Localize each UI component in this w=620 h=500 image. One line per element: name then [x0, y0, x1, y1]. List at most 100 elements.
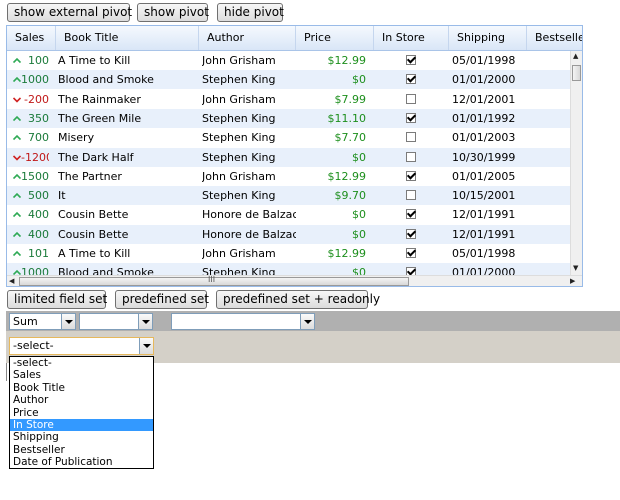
dropdown-option[interactable]: In Store [10, 418, 153, 432]
trend-up-icon [13, 173, 21, 179]
vertical-scrollbar[interactable]: ▲ ▼ [570, 51, 582, 275]
shipping-cell: 10/15/2001 [452, 189, 516, 203]
column-header-bestseller[interactable]: Bestseller [527, 26, 582, 50]
shipping-cell: 01/01/2003 [452, 131, 516, 145]
limited-field-set-button[interactable]: limited field set [7, 290, 107, 309]
predefined-set-readonly-button[interactable]: predefined set + readonly [216, 290, 380, 309]
table-row[interactable]: 700 Misery Stephen King $7.70 01/01/2003 [7, 128, 570, 147]
dropdown-option[interactable]: -select- [10, 357, 153, 369]
shipping-cell: 01/01/1992 [452, 111, 516, 125]
column-field-select-value: -select- [13, 339, 54, 352]
price-cell: $9.70 [334, 189, 367, 203]
table-row[interactable]: -1200 The Dark Half Stephen King $0 10/30/19… [7, 147, 570, 167]
author-cell: Honore de Balzac [202, 208, 296, 222]
in-store-checkbox[interactable] [406, 55, 416, 65]
trend-up-icon [13, 231, 21, 237]
column-header-author[interactable]: Author [199, 26, 296, 50]
in-store-checkbox[interactable] [406, 93, 416, 104]
shipping-cell: 05/01/1998 [452, 54, 516, 67]
title-cell: The Rainmaker [58, 92, 141, 106]
in-store-checkbox[interactable] [406, 74, 416, 85]
in-store-checkbox[interactable] [406, 151, 416, 162]
column-header-price[interactable]: Price [296, 26, 374, 50]
horizontal-scroll-thumb[interactable]: III [19, 275, 409, 286]
price-cell: $0 [352, 266, 366, 275]
title-cell: A Time to Kill [58, 247, 131, 260]
title-cell: Misery [58, 131, 95, 145]
scroll-left-arrow-icon[interactable]: ◀ [9, 276, 14, 286]
dropdown-option[interactable]: Price [10, 407, 153, 419]
author-cell: Stephen King [202, 150, 276, 164]
predefined-set-button[interactable]: predefined set [115, 290, 209, 309]
show-external-pivot-button[interactable]: show external pivot [7, 3, 132, 22]
price-cell: $0 [352, 150, 366, 164]
in-store-checkbox[interactable] [406, 170, 416, 181]
column-header-shipping[interactable]: Shipping [449, 26, 527, 50]
scroll-up-arrow-icon[interactable]: ▲ [573, 51, 578, 61]
sales-cell: 350 [28, 111, 49, 125]
trend-up-icon [13, 192, 21, 199]
column-field-select[interactable]: -select- [9, 337, 154, 355]
title-cell: Cousin Bette [58, 208, 129, 222]
dropdown-option[interactable]: Date of Publication [10, 456, 153, 468]
sales-cell: 101 [28, 247, 49, 260]
value-select[interactable] [171, 313, 315, 330]
shipping-cell: 12/01/2001 [452, 92, 516, 106]
table-row[interactable]: 1000 Blood and Smoke Stephen King $0 01/01/2… [7, 263, 570, 275]
table-row[interactable]: 350 The Green Mile Stephen King $11.10 01/01… [7, 108, 570, 128]
scroll-down-arrow-icon[interactable]: ▼ [573, 263, 578, 273]
trend-up-icon [13, 115, 21, 121]
aggregate-select[interactable]: Sum [9, 313, 76, 330]
dropdown-option[interactable]: Author [10, 394, 153, 406]
trend-up-icon [13, 57, 21, 64]
scroll-grip-icon: III [208, 275, 216, 284]
vertical-scroll-thumb[interactable] [572, 65, 581, 81]
chevron-down-icon[interactable] [61, 314, 75, 329]
shipping-cell: 05/01/1998 [452, 247, 516, 260]
sales-cell: -1200 [21, 150, 49, 164]
in-store-checkbox[interactable] [406, 190, 416, 201]
show-pivot-button[interactable]: show pivot [137, 3, 209, 22]
horizontal-scrollbar[interactable]: ◀ III ▶ [7, 275, 582, 286]
trend-up-icon [13, 77, 21, 83]
table-row[interactable]: 100 A Time to Kill John Grisham $12.99 05/01… [7, 51, 570, 70]
title-cell: The Dark Half [58, 150, 134, 164]
field-dropdown-list[interactable]: -select- Sales Book Title Author Price In Sto… [9, 356, 154, 469]
aggregate-select-value: Sum [13, 315, 38, 328]
column-header-sales[interactable]: Sales [7, 26, 56, 50]
chevron-down-icon[interactable] [138, 314, 152, 329]
price-cell: $7.70 [334, 131, 367, 145]
table-row[interactable]: 1500 The Partner John Grisham $12.99 01/01/2… [7, 167, 570, 186]
author-cell: Stephen King [202, 73, 276, 87]
hide-pivot-button[interactable]: hide pivot [217, 3, 284, 22]
table-row[interactable]: -200 The Rainmaker John Grisham $7.99 12/01/… [7, 90, 570, 109]
table-row[interactable]: 101 A Time to Kill John Grisham $12.99 05/01… [7, 244, 570, 263]
trend-up-icon [13, 250, 21, 257]
chevron-down-icon[interactable] [139, 338, 153, 354]
in-store-checkbox[interactable] [406, 228, 416, 239]
dropdown-option[interactable]: Shipping [10, 431, 153, 443]
in-store-checkbox[interactable] [406, 132, 416, 143]
column-header-in-store[interactable]: In Store [374, 26, 449, 50]
price-cell: $7.99 [334, 92, 367, 106]
in-store-checkbox[interactable] [406, 248, 416, 258]
field-select[interactable] [79, 313, 153, 330]
price-cell: $12.99 [327, 54, 367, 67]
table-row[interactable]: 400 Cousin Bette Honore de Balzac $0 12/01/1… [7, 205, 570, 224]
in-store-checkbox[interactable] [406, 112, 416, 123]
dropdown-option[interactable]: Bestseller [10, 444, 153, 456]
scroll-right-arrow-icon[interactable]: ▶ [570, 276, 575, 286]
price-cell: $0 [352, 227, 366, 241]
sales-cell: 1000 [21, 266, 49, 275]
shipping-cell: 10/30/1999 [452, 150, 516, 164]
column-header-book-title[interactable]: Book Title [56, 26, 199, 50]
table-row[interactable]: 400 Cousin Bette Honore de Balzac $0 12/01/1… [7, 224, 570, 244]
table-row[interactable]: 1000 Blood and Smoke Stephen King $0 01/01/2… [7, 70, 570, 90]
dropdown-option[interactable]: Sales [10, 369, 153, 381]
in-store-checkbox[interactable] [406, 209, 416, 220]
price-cell: $0 [352, 73, 366, 87]
dropdown-option[interactable]: Book Title [10, 382, 153, 394]
table-row[interactable]: 500 It Stephen King $9.70 10/15/2001 [7, 186, 570, 206]
chevron-down-icon[interactable] [300, 314, 314, 329]
in-store-checkbox[interactable] [406, 267, 416, 275]
